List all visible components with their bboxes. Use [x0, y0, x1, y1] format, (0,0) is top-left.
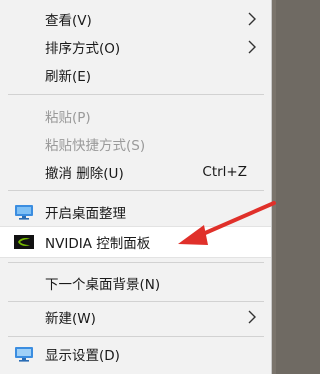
menu-item-label: 排序方式(O) [45, 41, 121, 57]
chevron-right-icon [248, 12, 256, 26]
menu-item-label: 开启桌面整理 [45, 206, 126, 222]
menu-separator [8, 262, 264, 263]
menu-item-label: 刷新(E) [45, 69, 92, 85]
desktop-background-edge [272, 0, 276, 374]
menu-item-label: 下一个桌面背景(N) [45, 277, 161, 293]
desktop-context-menu: 查看(V) 排序方式(O) 刷新(E) 粘贴(P) 粘贴快捷方式(S) 撤消 删… [0, 0, 272, 374]
menu-item-label: 粘贴(P) [45, 110, 91, 126]
menu-item-refresh[interactable]: 刷新(E) [0, 59, 271, 91]
menu-item-display-settings[interactable]: 显示设置(D) [0, 338, 271, 370]
display-settings-icon [15, 347, 33, 362]
menu-item-label: NVIDIA 控制面板 [45, 236, 151, 252]
menu-item-label: 查看(V) [45, 13, 92, 29]
menu-item-label: 撤消 删除(U) [45, 166, 124, 182]
menu-separator [8, 94, 264, 95]
menu-item-undo-delete[interactable]: 撤消 删除(U) Ctrl+Z [0, 156, 271, 188]
chevron-right-icon [248, 40, 256, 54]
menu-separator [8, 190, 264, 191]
annotation-arrow-icon [178, 201, 276, 245]
menu-item-label: 新建(W) [45, 311, 96, 327]
menu-item-new[interactable]: 新建(W) [0, 301, 271, 333]
desktop-organizer-icon [15, 205, 33, 220]
menu-item-next-desktop-background[interactable]: 下一个桌面背景(N) [0, 267, 271, 299]
menu-item-shortcut: Ctrl+Z [202, 164, 247, 180]
menu-item-label: 粘贴快捷方式(S) [45, 138, 146, 154]
menu-item-label: 显示设置(D) [45, 348, 120, 364]
menu-separator [8, 336, 264, 337]
chevron-right-icon [248, 310, 256, 324]
nvidia-logo-icon [14, 235, 34, 249]
